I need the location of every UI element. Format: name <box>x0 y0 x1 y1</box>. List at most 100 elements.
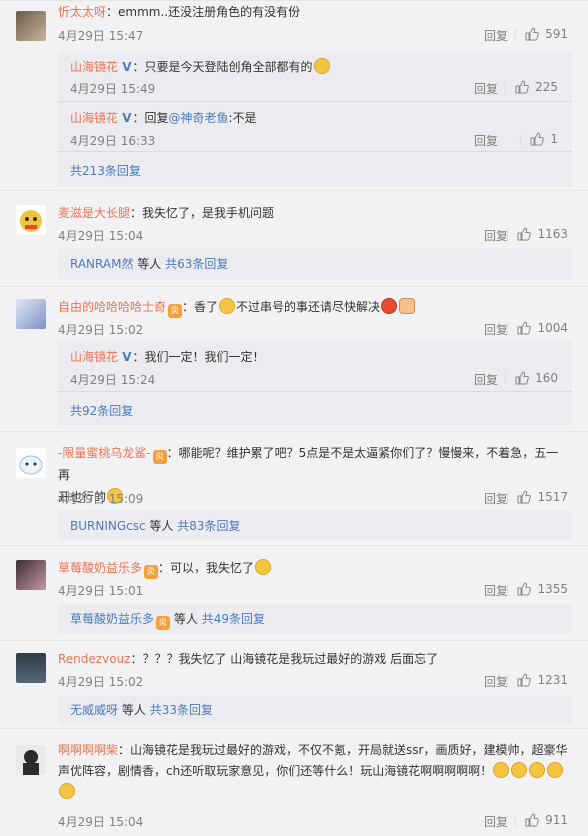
like-button[interactable]: | 1517 <box>505 490 568 504</box>
emoji-icon <box>493 762 510 778</box>
comment-item: 忻太太呀：emmm..还没注册角色的有没有份 4月29日 15:47 回复 | 5… <box>0 0 588 190</box>
like-count: 1355 <box>537 582 568 596</box>
comment-item: -限量蜜桃乌龙鲨- 炎：哪能呢？维护累了吧？5点是不是太逼紧你们了？慢慢来，不着急… <box>0 431 588 545</box>
like-button[interactable]: | 1163 <box>505 227 568 241</box>
thumb-up-icon <box>530 132 545 146</box>
avatar[interactable] <box>16 745 46 775</box>
more-replies-link[interactable]: 共33条回复 <box>150 703 213 717</box>
thumb-up-icon <box>517 321 532 335</box>
verified-icon: V <box>118 350 132 364</box>
more-replies-link[interactable]: 共63条回复 <box>165 257 228 271</box>
reply-item: 山海镜花 V：回复@神奇老鱼:不是 4月29日 16:33 回复 | 1 <box>58 101 572 151</box>
reply-text: ：我们一定！我们一定！ <box>132 350 265 364</box>
reply-time: 4月29日 16:33 <box>70 134 156 148</box>
comment-item: 自由的哈哈哈哈士奇炎：香了 不过串号的事还请尽快解决 4月29日 15:02 回复… <box>0 286 588 431</box>
emoji-icon <box>511 762 528 778</box>
reply-button[interactable]: 回复 <box>484 673 508 690</box>
comment-text: ：我失忆了，是我手机问题 <box>130 206 275 220</box>
avatar[interactable] <box>16 205 46 235</box>
like-button[interactable]: | 1 <box>518 132 558 146</box>
verified-icon: V <box>118 111 132 125</box>
comment-text: ：emmm..还没注册角色的有没有份 <box>106 5 301 19</box>
more-replies-link[interactable]: 共49条回复 <box>202 612 265 626</box>
reply-button[interactable]: 回复 <box>484 321 508 338</box>
angry-emoji-icon <box>381 298 398 314</box>
thumb-up-icon <box>515 371 529 385</box>
avatar[interactable] <box>16 299 46 329</box>
reply-button[interactable]: 回复 <box>484 582 508 599</box>
reply-button[interactable]: 回复 <box>484 227 508 244</box>
reply-box: RANRAM然 等人 共63条回复 <box>58 249 572 279</box>
like-button[interactable]: | 1355 <box>505 582 568 596</box>
more-replies-link[interactable]: 共213条回复 <box>70 162 141 179</box>
comment-username[interactable]: Rendezvouz <box>58 652 130 666</box>
avatar[interactable] <box>16 653 46 683</box>
comment-text: ：香了 <box>182 300 219 314</box>
reply-username[interactable]: 山海镜花 <box>70 350 118 364</box>
comment-username[interactable]: 啊啊啊啊柴 <box>58 743 118 757</box>
comment-time: 4月29日 15:04 <box>58 815 144 829</box>
reply-box: 无威威呀 等人 共33条回复 <box>58 695 572 725</box>
reply-username[interactable]: 山海镜花 <box>70 111 118 125</box>
comment-username[interactable]: 忻太太呀 <box>58 5 106 19</box>
reply-button[interactable]: 回复 <box>484 490 508 507</box>
like-count: 591 <box>545 27 568 41</box>
comment-item: 草莓酸奶益乐多炎：可以，我失忆了 4月29日 15:01 回复 | 1355 草莓… <box>0 545 588 640</box>
comment-time: 4月29日 15:02 <box>58 323 144 337</box>
like-count: 1004 <box>537 321 568 335</box>
fan-badge-icon: 炎 <box>168 304 183 318</box>
thumb-up-icon <box>517 582 532 596</box>
fan-badge-icon: 炎 <box>144 565 159 579</box>
reply-button[interactable]: 回复 <box>484 27 508 44</box>
reply-user-link[interactable]: BURNINGcsc <box>70 519 146 533</box>
like-count: 1 <box>550 132 558 146</box>
emoji-icon <box>59 783 75 799</box>
reply-username[interactable]: 山海镜花 <box>70 60 118 74</box>
comment-username[interactable]: -限量蜜桃乌龙鲨- <box>58 446 151 460</box>
mention-link[interactable]: @神奇老鱼 <box>169 111 229 125</box>
emoji-icon <box>547 762 564 778</box>
thumb-up-icon <box>525 27 539 41</box>
reply-text: :不是 <box>228 111 257 125</box>
reply-box: BURNINGcsc 等人 共83条回复 <box>58 510 572 540</box>
comment-item: 啊啊啊啊柴：山海镜花是我玩过最好的游戏，不仅不氪，开局就送ssr，画质好，建模帅… <box>0 728 588 836</box>
more-replies-link[interactable]: 共83条回复 <box>177 519 240 533</box>
reply-box: 山海镜花 V：只要是今天登陆创角全部都有的 4月29日 15:49 回复 | 22… <box>58 51 572 187</box>
reply-user-link[interactable]: 无威威呀 <box>70 703 118 717</box>
avatar[interactable] <box>16 560 46 590</box>
like-count: 160 <box>535 371 558 385</box>
like-button[interactable]: | 160 <box>503 371 558 385</box>
reply-user-link[interactable]: 草莓酸奶益乐多 <box>70 612 154 626</box>
emoji-icon <box>219 298 236 314</box>
comment-username[interactable]: 麦滋是大长腿 <box>58 206 130 220</box>
verified-icon: V <box>118 60 132 74</box>
reply-button[interactable]: 回复 <box>474 80 498 97</box>
avatar[interactable] <box>16 448 46 478</box>
comment-username[interactable]: 草莓酸奶益乐多 <box>58 561 142 575</box>
like-count: 225 <box>535 80 558 94</box>
reply-prefix: ：回复 <box>132 111 169 125</box>
like-button[interactable]: | 1004 <box>505 321 568 335</box>
like-button[interactable]: | 225 <box>503 80 558 94</box>
reply-user-link[interactable]: RANRAM然 <box>70 257 133 271</box>
like-button[interactable]: | 1231 <box>505 673 568 687</box>
like-count: 1231 <box>537 673 568 687</box>
like-button[interactable]: | 591 <box>513 27 568 41</box>
like-count: 911 <box>545 813 568 827</box>
reply-box: 草莓酸奶益乐多炎 等人 共49条回复 <box>58 604 572 634</box>
comment-username[interactable]: 自由的哈哈哈哈士奇 <box>58 300 166 314</box>
fist-emoji-icon <box>399 298 416 314</box>
reply-time: 4月29日 15:24 <box>70 373 156 387</box>
reply-button[interactable]: 回复 <box>474 371 498 388</box>
like-button[interactable]: | 911 <box>513 813 568 827</box>
avatar[interactable] <box>16 11 46 41</box>
thumb-up-icon <box>517 490 532 504</box>
reply-button[interactable]: 回复 <box>474 132 498 149</box>
emoji-icon <box>529 762 546 778</box>
comment-time: 4月29日 15:47 <box>58 29 144 43</box>
more-replies-link[interactable]: 共92条回复 <box>70 402 133 419</box>
comment-item: 麦滋是大长腿：我失忆了，是我手机问题 4月29日 15:04 回复 | 1163 … <box>0 190 588 286</box>
reply-button[interactable]: 回复 <box>484 813 508 830</box>
comment-text: ：山海镜花是我玩过最好的游戏，不仅不氪，开局就送ssr，画质好，建模帅，超豪华 <box>118 743 568 757</box>
reply-time: 4月29日 15:49 <box>70 82 156 96</box>
